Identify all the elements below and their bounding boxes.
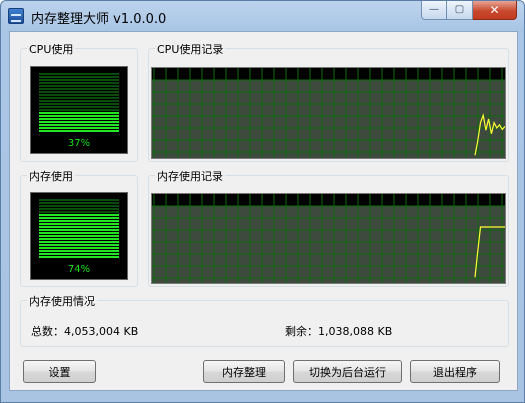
title-bar[interactable]: 内存整理大师 v1.0.0.0 — ▢ ✕: [1, 1, 524, 31]
cpu-meter-segment: [39, 88, 119, 90]
cpu-meter-segment: [39, 91, 119, 93]
memory-details-label: 内存使用情况: [27, 293, 97, 309]
cpu-meter-segment: [39, 79, 119, 81]
cpu-meter-segment: [39, 118, 119, 120]
memory-history-chart: [151, 193, 506, 284]
client-area: CPU使用 37% CPU使用记录 内存使用 74% 内存使用记录 内存使用情况…: [9, 31, 518, 391]
memory-meter-segment: [39, 220, 119, 222]
memory-meter-segment: [39, 199, 119, 201]
cpu-meter-segment: [39, 124, 119, 126]
cpu-meter-segment: [39, 73, 119, 75]
cpu-usage-group: CPU使用 37%: [20, 41, 138, 162]
cpu-history-group: CPU使用记录: [148, 41, 509, 162]
minimize-button[interactable]: —: [421, 1, 447, 20]
cpu-usage-meter: 37%: [30, 66, 128, 154]
maximize-button[interactable]: ▢: [447, 1, 473, 20]
memory-meter-segment: [39, 235, 119, 237]
free-memory: 剩余：1,038,088 KB: [285, 325, 393, 338]
window-title: 内存整理大师 v1.0.0.0: [31, 12, 167, 27]
memory-meter-segment: [39, 217, 119, 219]
cpu-history-chart: [151, 67, 506, 159]
cpu-meter-segment: [39, 127, 119, 129]
cpu-meter-segment: [39, 94, 119, 96]
memory-meter-segment: [39, 244, 119, 246]
cpu-usage-label: CPU使用: [27, 41, 76, 57]
memory-details-group: 内存使用情况 总数：4,053,004 KB 剩余：1,038,088 KB: [20, 293, 509, 347]
memory-meter-segment: [39, 202, 119, 204]
cpu-meter-segment: [39, 97, 119, 99]
cpu-meter-segment: [39, 109, 119, 111]
app-memory-icon: [8, 8, 24, 24]
cpu-meter-segment: [39, 76, 119, 78]
memory-percent: 74%: [67, 264, 91, 275]
cpu-history-svg: [152, 68, 505, 158]
optimize-memory-button[interactable]: 内存整理: [203, 360, 285, 383]
cpu-percent: 37%: [67, 138, 91, 149]
memory-meter-segment: [39, 226, 119, 228]
memory-usage-label: 内存使用: [27, 168, 75, 184]
total-memory: 总数：4,053,004 KB: [31, 325, 139, 338]
memory-meter-segment: [39, 214, 119, 216]
cpu-meter-segment: [39, 100, 119, 102]
run-in-background-button[interactable]: 切换为后台运行: [293, 360, 402, 383]
memory-meter-segment: [39, 223, 119, 225]
cpu-meter-segment: [39, 112, 119, 114]
memory-meter-bars: [39, 199, 119, 259]
memory-meter-segment: [39, 250, 119, 252]
memory-meter-segment: [39, 232, 119, 234]
memory-meter-segment: [39, 211, 119, 213]
memory-meter-segment: [39, 238, 119, 240]
cpu-meter-segment: [39, 103, 119, 105]
memory-usage-meter: 74%: [30, 192, 128, 280]
memory-meter-segment: [39, 208, 119, 210]
memory-meter-segment: [39, 229, 119, 231]
memory-history-svg: [152, 194, 505, 283]
cpu-meter-segment: [39, 82, 119, 84]
main-window: 内存整理大师 v1.0.0.0 — ▢ ✕ CPU使用 37% CPU使用记录 …: [0, 0, 525, 403]
memory-history-label: 内存使用记录: [155, 168, 225, 184]
close-button[interactable]: ✕: [473, 1, 517, 20]
memory-meter-segment: [39, 205, 119, 207]
memory-meter-segment: [39, 241, 119, 243]
caption-buttons: — ▢ ✕: [421, 1, 517, 21]
settings-button[interactable]: 设置: [23, 360, 96, 383]
cpu-meter-bars: [39, 73, 119, 133]
cpu-meter-segment: [39, 121, 119, 123]
cpu-meter-segment: [39, 106, 119, 108]
cpu-meter-segment: [39, 130, 119, 132]
cpu-history-label: CPU使用记录: [155, 41, 226, 57]
memory-usage-group: 内存使用 74%: [20, 168, 138, 287]
memory-meter-segment: [39, 256, 119, 258]
cpu-meter-segment: [39, 115, 119, 117]
exit-program-button[interactable]: 退出程序: [410, 360, 500, 383]
cpu-meter-segment: [39, 85, 119, 87]
memory-meter-segment: [39, 253, 119, 255]
memory-history-group: 内存使用记录: [148, 168, 509, 287]
memory-meter-segment: [39, 247, 119, 249]
